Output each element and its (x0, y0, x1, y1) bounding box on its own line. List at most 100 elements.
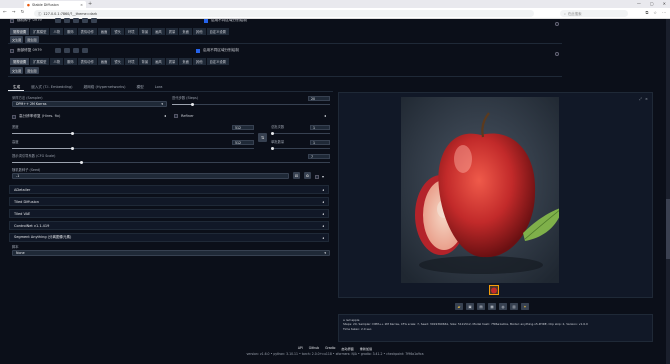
scrollbar-thumb[interactable] (666, 199, 670, 259)
accordion-segment-anything[interactable]: Segment Anything (分离图像元素) ◂ (9, 233, 329, 242)
cfg-slider[interactable] (12, 161, 330, 164)
refiner-checkbox[interactable] (174, 114, 178, 118)
browser-tab[interactable]: ● Stable Diffusion × (24, 1, 86, 8)
seed-input[interactable]: -1 (12, 173, 289, 179)
sampler-select[interactable]: DPM++ 2M Karras ▾ (12, 101, 167, 107)
extras-tab[interactable]: 其他 (192, 58, 206, 65)
footer-link[interactable]: Github (309, 346, 319, 351)
extensions-icon[interactable]: ⧉ (646, 10, 649, 15)
height-slider-knob[interactable] (71, 147, 74, 150)
search-field[interactable]: ⌕ 在此搜索 (560, 10, 628, 17)
face-extra-checkbox[interactable] (10, 48, 14, 53)
extras-tab[interactable]: 环境 (124, 58, 138, 65)
main-tab[interactable]: 模型 (137, 85, 144, 90)
reuse-seed-button[interactable]: ♻ (304, 172, 311, 179)
extras-tab[interactable]: 质量 (165, 28, 179, 35)
favorites-icon[interactable]: ☆ (653, 10, 657, 15)
svg-export-button[interactable]: ✦ (521, 303, 529, 310)
extra-seed-checkbox[interactable] (315, 174, 319, 179)
mode-button[interactable]: 图生图 (25, 36, 39, 43)
extras-tab[interactable]: 负面 (179, 58, 192, 65)
footer-link[interactable]: API (298, 346, 303, 351)
forward-button[interactable]: → (12, 10, 16, 15)
width-slider-knob[interactable] (71, 132, 74, 135)
extras-tab[interactable]: 表情动作 (77, 58, 97, 65)
cfg-input[interactable]: 7 (308, 154, 330, 159)
extras-tab[interactable]: 画风 (152, 28, 165, 35)
back-button[interactable]: ← (3, 10, 7, 15)
extras-tab[interactable]: 扩展模型 (30, 58, 50, 65)
main-tab[interactable]: 嵌入式 (T.I. Embedding) (31, 85, 72, 90)
mode-button[interactable]: 文生图 (10, 36, 24, 43)
close-window-button[interactable]: ✕ (663, 1, 666, 6)
hires-checkbox[interactable] (12, 114, 16, 119)
footer-link[interactable]: 启动界面 (341, 346, 353, 351)
extras-toggle-icon-1[interactable] (555, 22, 559, 26)
extras-tab[interactable]: 常规设置 (10, 58, 30, 65)
extras-tab[interactable]: 自定义设置 (206, 58, 229, 65)
send-to-inpaint-button[interactable]: ◍ (499, 303, 507, 310)
extra-tool-button-3[interactable] (72, 18, 79, 23)
extras-tab[interactable]: 质量 (165, 58, 179, 65)
mode-button[interactable]: 图生图 (25, 67, 39, 74)
generated-image[interactable] (401, 97, 563, 283)
extras-tab[interactable]: 画面 (97, 58, 111, 65)
menu-icon[interactable]: ⋯ (662, 10, 666, 15)
accordion-tiled-vae[interactable]: Tiled VAE ◂ (9, 209, 329, 218)
extras-tab[interactable]: 画面 (97, 28, 111, 35)
batch-size-input[interactable]: 1 (310, 140, 330, 145)
accordion-adetailer[interactable]: ADetailer ◂ (9, 185, 329, 194)
batch-count-input[interactable]: 1 (310, 125, 330, 130)
footer-link[interactable]: 重新加载 (360, 346, 372, 351)
batch-count-knob[interactable] (271, 132, 274, 135)
tab-close-icon[interactable]: × (80, 3, 83, 7)
extra2-tool-button-4[interactable] (81, 48, 88, 53)
new-tab-button[interactable]: + (88, 1, 92, 7)
height-input[interactable]: 512 (232, 140, 254, 145)
batch-size-slider[interactable] (271, 147, 330, 150)
hires-collapse-icon[interactable]: ◂ (164, 113, 166, 118)
accordion-tiled-diffusion[interactable]: Tiled Diffusion ◂ (9, 197, 329, 206)
extra2-tool-button-1[interactable] (54, 48, 61, 53)
region-checkbox-2[interactable] (196, 48, 200, 53)
extras-tab[interactable]: 环境 (124, 28, 138, 35)
gallery-thumbnail[interactable] (489, 285, 499, 295)
extras-tab[interactable]: 服饰 (63, 58, 77, 65)
extras-tab[interactable]: 常规设置 (10, 28, 30, 35)
gallery-fullscreen-icon[interactable]: ⤢ (639, 97, 642, 101)
main-tab[interactable]: Lora (155, 85, 163, 90)
extras-tab[interactable]: 扩展模型 (30, 28, 50, 35)
extras-tab[interactable]: 人物 (50, 28, 63, 35)
reload-button[interactable]: ↻ (21, 10, 25, 15)
steps-input[interactable]: 20 (308, 96, 330, 101)
extras-tab[interactable]: 其他 (192, 28, 206, 35)
extras-tab[interactable]: 背景 (138, 58, 152, 65)
main-tab[interactable]: 超网络 (Hypernetworks) (84, 85, 126, 90)
extra-tool-button-4[interactable] (81, 18, 88, 23)
refiner-collapse-icon[interactable]: ◂ (324, 113, 326, 118)
swap-dimensions-button[interactable]: ⇅ (258, 133, 267, 142)
script-select[interactable]: None ▾ (12, 250, 330, 256)
url-field[interactable]: ⓘ 127.0.0.1:7860/?__theme=dark (34, 10, 534, 17)
save-button[interactable]: ▣ (466, 303, 474, 310)
minimize-button[interactable]: — (637, 1, 641, 6)
seed-extra-checkbox[interactable] (10, 18, 14, 23)
page-scrollbar[interactable] (666, 19, 670, 364)
random-seed-button[interactable]: ⚄ (293, 172, 300, 179)
site-info-icon[interactable]: ⓘ (38, 11, 41, 16)
region-checkbox-1[interactable] (204, 18, 208, 23)
extra2-tool-button-2[interactable] (63, 48, 70, 53)
batch-size-knob[interactable] (271, 147, 274, 150)
extra-seed-expand-icon[interactable]: ▾ (322, 174, 324, 179)
width-slider[interactable] (12, 132, 254, 135)
width-input[interactable]: 512 (232, 125, 254, 130)
extra-tool-button-1[interactable] (54, 18, 61, 23)
extras-tab[interactable]: 人物 (50, 58, 63, 65)
extra2-tool-button-3[interactable] (72, 48, 79, 53)
extras-tab[interactable]: 自定义设置 (206, 28, 229, 35)
open-folder-button[interactable]: ▰ (455, 303, 463, 310)
extras-tab[interactable]: 镜头 (111, 28, 124, 35)
accordion-controlnet[interactable]: ControlNet v1.1.419 ◂ (9, 221, 329, 230)
footer-link[interactable]: Gradio (325, 346, 335, 351)
extra-tool-button-5[interactable] (90, 18, 97, 23)
